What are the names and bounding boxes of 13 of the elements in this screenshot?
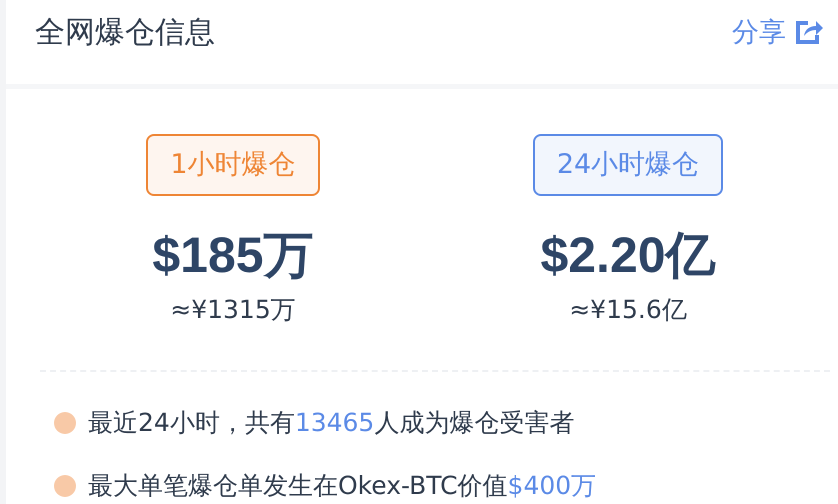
fact-text: 最大单笔爆仓单发生在Okex-BTC价值$400万 [88,470,596,502]
amount-value: $2.20亿 [540,226,716,285]
period-tag: 1小时爆仓 [146,134,320,196]
period-tag: 24小时爆仓 [532,134,724,196]
fact-text: 最近24小时，共有13465人成为爆仓受害者 [88,407,574,439]
amount-value: $185万 [152,226,314,285]
bullet-dot [54,412,76,434]
share-icon [794,19,824,45]
share-link[interactable]: 分享 [732,14,824,50]
converted-value: ≈¥1315万 [170,294,296,326]
page-title: 全网爆仓信息 [35,14,215,52]
converted-value: ≈¥15.6亿 [569,294,687,326]
bullet-dot [54,474,76,496]
